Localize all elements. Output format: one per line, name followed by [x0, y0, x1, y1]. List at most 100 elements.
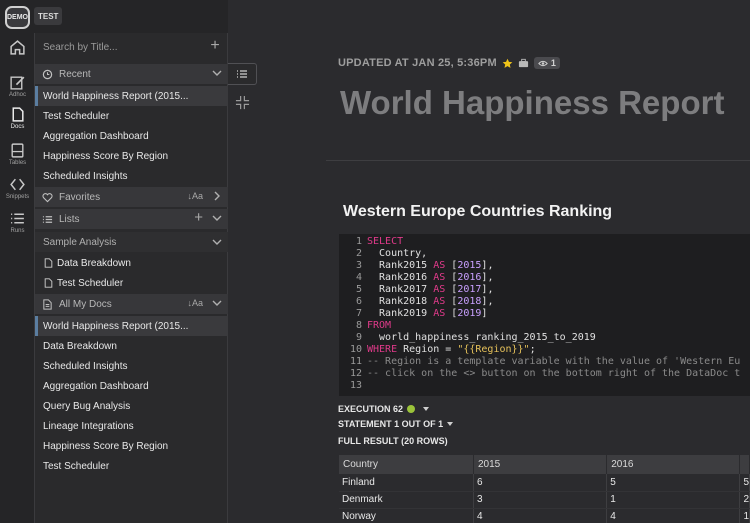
- doc-item-label: Lineage Integrations: [43, 420, 134, 432]
- doc-item-label: Query Bug Analysis: [43, 400, 131, 412]
- list-icon: [42, 215, 53, 223]
- code-token: ],: [481, 272, 494, 283]
- list-icon: [11, 213, 24, 224]
- table-cell[interactable]: 5: [606, 474, 741, 492]
- doc-item[interactable]: Lineage Integrations: [35, 416, 228, 436]
- code-line[interactable]: 2 Country,: [339, 248, 750, 260]
- rail-snippets[interactable]: Snippets: [0, 176, 35, 200]
- doc-item[interactable]: World Happiness Report (2015...: [35, 316, 228, 336]
- code-line[interactable]: 11 -- Region is a template variable with …: [339, 356, 750, 368]
- table-cell[interactable]: 3: [473, 491, 608, 509]
- code-token: [: [445, 308, 458, 319]
- recent-item[interactable]: Scheduled Insights: [35, 166, 228, 186]
- briefcase-icon[interactable]: [518, 58, 529, 68]
- table-cell[interactable]: 6: [473, 474, 608, 492]
- recent-item[interactable]: Happiness Score By Region: [35, 146, 228, 166]
- list-name: Sample Analysis: [43, 236, 117, 248]
- code-line[interactable]: 5 Rank2017 AS [2017],: [339, 284, 750, 296]
- views-badge: 1: [533, 57, 561, 69]
- table-cell[interactable]: 1: [739, 508, 750, 523]
- rail-home[interactable]: [0, 39, 35, 56]
- code-token: AS: [433, 296, 446, 307]
- favorites-section-header[interactable]: Favorites ↓Aa: [35, 187, 228, 207]
- query-editor[interactable]: 1 SELECT 2 Country, 3 Rank2015 AS [2015], 4 …: [339, 234, 750, 396]
- code-line[interactable]: 6 Rank2018 AS [2018],: [339, 296, 750, 308]
- status-success-icon: [407, 405, 416, 413]
- env-demo-button[interactable]: DEMO: [5, 6, 30, 29]
- table-row: Finland 6 5 5: [339, 474, 750, 492]
- list-item[interactable]: Test Scheduler: [35, 273, 228, 293]
- code-line[interactable]: 9 world_happiness_ranking_2015_to_2019: [339, 332, 750, 344]
- env-test-button[interactable]: TEST: [34, 7, 63, 25]
- code-line[interactable]: 8 FROM: [339, 320, 750, 332]
- recent-item[interactable]: World Happiness Report (2015...: [35, 86, 228, 106]
- statement-selector[interactable]: STATEMENT 1 OUT OF 1: [338, 419, 454, 429]
- doc-item[interactable]: Data Breakdown: [35, 336, 228, 356]
- table-cell[interactable]: Finland: [339, 474, 474, 492]
- new-doc-button[interactable]: +: [208, 38, 222, 54]
- rail-docs[interactable]: Docs: [0, 106, 35, 130]
- doc-item[interactable]: Happiness Score By Region: [35, 436, 228, 456]
- all-docs-section-header[interactable]: All My Docs ↓Aa: [35, 294, 228, 314]
- column-header[interactable]: [739, 455, 750, 474]
- table-cell[interactable]: Norway: [339, 508, 474, 523]
- line-number: 10: [349, 344, 362, 355]
- rail-adhoc[interactable]: Adhoc: [0, 74, 35, 98]
- code-line[interactable]: 7 Rank2019 AS [2019]: [339, 308, 750, 320]
- sort-alpha-button[interactable]: ↓Aa: [187, 298, 203, 308]
- recent-item[interactable]: Test Scheduler: [35, 106, 228, 126]
- add-list-button[interactable]: +: [194, 210, 203, 225]
- doc-item[interactable]: Aggregation Dashboard: [35, 376, 228, 396]
- table-cell[interactable]: 5: [739, 474, 750, 492]
- column-header[interactable]: 2015: [473, 455, 608, 474]
- chevron-right-icon[interactable]: [212, 191, 222, 201]
- search-input[interactable]: [43, 39, 203, 55]
- column-header[interactable]: 2016: [606, 455, 741, 474]
- table-cell[interactable]: 2: [739, 491, 750, 509]
- recent-item[interactable]: Aggregation Dashboard: [35, 126, 228, 146]
- doc-item-label: Test Scheduler: [43, 460, 110, 472]
- code-token: Rank2018: [367, 296, 434, 307]
- execution-selector[interactable]: EXECUTION 62: [338, 404, 430, 414]
- chevron-down-icon[interactable]: [212, 68, 222, 78]
- rail-tables[interactable]: Tables: [0, 142, 35, 166]
- cell-title[interactable]: Western Europe Countries Ranking: [343, 203, 612, 221]
- code-line[interactable]: 12 -- click on the <> button on the botto…: [339, 368, 750, 380]
- rail-runs[interactable]: Runs: [0, 210, 35, 234]
- list-sample-analysis[interactable]: Sample Analysis: [35, 232, 228, 252]
- table-header-row: Country 2015 2016: [339, 455, 750, 474]
- code-token: ],: [481, 260, 494, 271]
- code-token: [: [445, 296, 458, 307]
- chevron-down-icon[interactable]: [212, 237, 222, 247]
- table-cell[interactable]: 4: [473, 508, 608, 523]
- doc-item[interactable]: Scheduled Insights: [35, 356, 228, 376]
- chevron-down-icon[interactable]: [212, 298, 222, 308]
- left-rail: Adhoc Docs Tables Snippets Runs: [0, 33, 35, 523]
- full-result-label: FULL RESULT (20 ROWS): [338, 436, 448, 446]
- line-number: 3: [355, 260, 362, 271]
- chevron-down-icon[interactable]: [212, 213, 222, 223]
- table-cell[interactable]: 4: [606, 508, 741, 523]
- table-cell[interactable]: Denmark: [339, 491, 474, 509]
- lists-section-header[interactable]: Lists +: [35, 209, 228, 229]
- datadoc-main: UPDATED AT JAN 25, 5:36PM 1 World Happin…: [228, 0, 750, 523]
- code-token: ],: [481, 296, 494, 307]
- home-icon: [10, 40, 25, 55]
- doc-item[interactable]: Test Scheduler: [35, 456, 228, 476]
- sort-alpha-button[interactable]: ↓Aa: [187, 191, 203, 201]
- code-line[interactable]: 10 WHERE Region = "{{Region}}";: [339, 344, 750, 356]
- column-header[interactable]: Country: [339, 455, 474, 474]
- code-line[interactable]: 3 Rank2015 AS [2015],: [339, 260, 750, 272]
- code-line[interactable]: 13: [339, 380, 750, 392]
- environment-bar: DEMO TEST: [0, 0, 228, 33]
- star-icon[interactable]: [502, 58, 513, 69]
- doc-item[interactable]: Query Bug Analysis: [35, 396, 228, 416]
- code-token: Rank2016: [367, 272, 434, 283]
- list-item[interactable]: Data Breakdown: [35, 253, 228, 273]
- doc-title[interactable]: World Happiness Report: [340, 84, 724, 122]
- doc-item-label: Aggregation Dashboard: [43, 380, 149, 392]
- table-cell[interactable]: 1: [606, 491, 741, 509]
- recent-section-header[interactable]: Recent: [35, 64, 228, 84]
- code-line[interactable]: 1 SELECT: [339, 236, 750, 248]
- code-line[interactable]: 4 Rank2016 AS [2016],: [339, 272, 750, 284]
